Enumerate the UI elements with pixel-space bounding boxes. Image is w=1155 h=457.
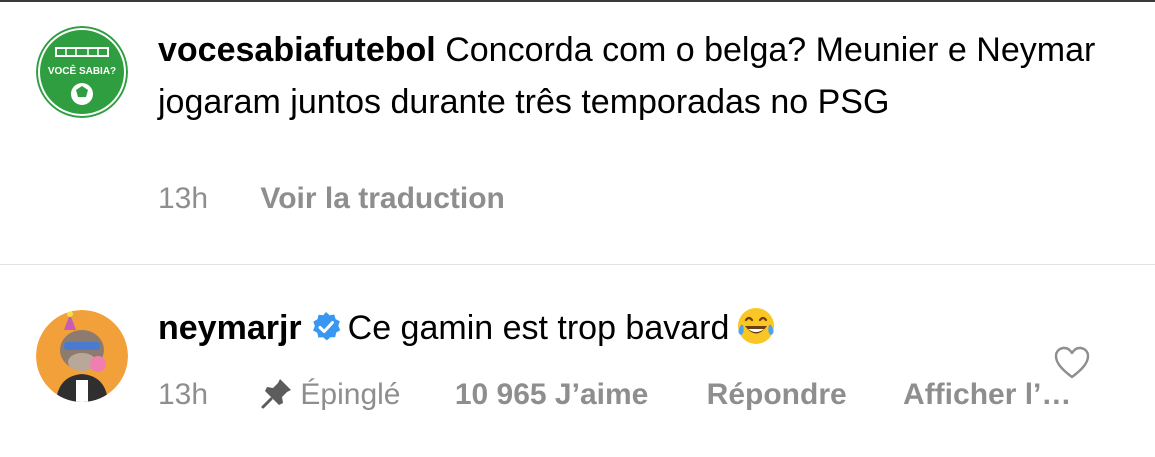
- pin-icon: [261, 379, 292, 409]
- comment-2-time: 13h: [158, 378, 209, 411]
- comment-1-time: 13h: [158, 182, 209, 215]
- top-border: [0, 0, 1155, 2]
- comment-divider: [0, 264, 1155, 265]
- avatar-neymarjr[interactable]: [36, 310, 128, 402]
- verified-badge-icon: [312, 312, 340, 341]
- avatar-vocesabiafutebol[interactable]: VOCÊ SABIA?: [36, 26, 128, 118]
- tears-of-joy-emoji-icon: [738, 308, 775, 344]
- comment-2-username[interactable]: neymarjr: [158, 309, 302, 347]
- comment-1-body: vocesabiafutebol Concorda com o belga? M…: [158, 24, 1118, 128]
- avatar-logo-text: VOCÊ SABIA?: [47, 66, 117, 77]
- reply-button[interactable]: Répondre: [707, 378, 847, 412]
- pinned-label: Épinglé: [300, 378, 401, 411]
- pinned-indicator: Épinglé: [260, 376, 400, 412]
- comment-1-username[interactable]: vocesabiafutebol: [158, 31, 436, 69]
- likes-count[interactable]: 10 965 J’aime: [455, 378, 649, 412]
- comment-2-body: neymarjr Ce gamin est trop bavard: [158, 302, 1118, 354]
- comment-1-meta: 13h Voir la traduction: [158, 182, 505, 216]
- translate-link[interactable]: Voir la traduction: [260, 182, 504, 216]
- comment-2-meta: 13h Épinglé 10 965 J’aime Répondre Affic…: [158, 376, 1071, 412]
- like-heart-icon[interactable]: [1054, 346, 1090, 380]
- ape-avatar-icon: [36, 310, 128, 402]
- see-more-button[interactable]: Afficher l’…: [903, 378, 1071, 412]
- comment-2-text: Ce gamin est trop bavard: [347, 309, 730, 347]
